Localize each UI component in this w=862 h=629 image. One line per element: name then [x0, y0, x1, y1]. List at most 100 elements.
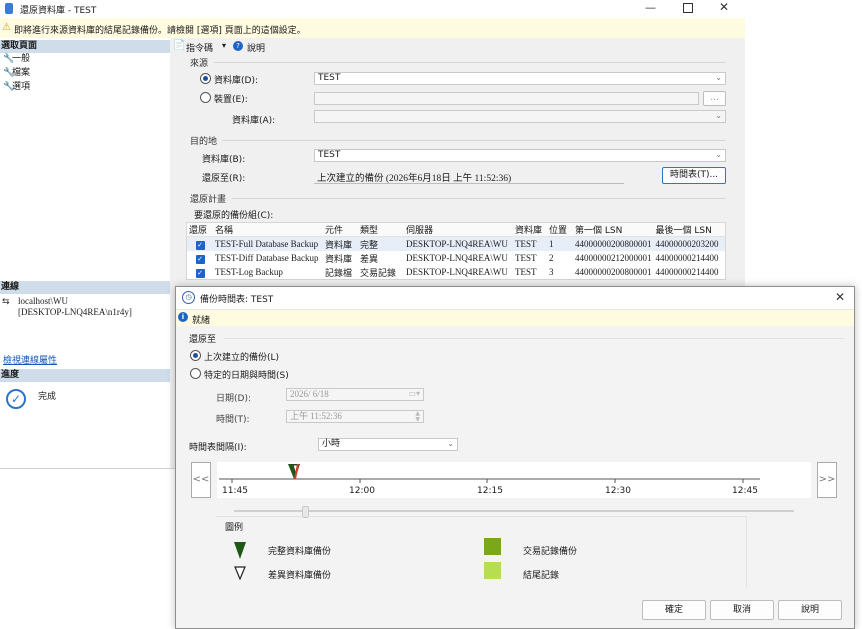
time-spinner[interactable]: 上午 11:52:36 ▲ ▼	[286, 410, 424, 423]
ok-button[interactable]: 確定	[642, 600, 706, 620]
legend-full-backup: 完整資料庫備份	[268, 547, 332, 557]
table-row[interactable]: ✓ TEST-Diff Database Backup 資料庫 差異 DESKT…	[187, 251, 726, 265]
background-area	[745, 0, 862, 286]
divider	[214, 62, 726, 63]
warning-bar: ⚠ 即將進行來源資料庫的結尾記錄備份。請檢閱 [選項] 頁面上的這個設定。	[0, 18, 745, 39]
help-button[interactable]: 說明	[778, 600, 842, 620]
page-item-general[interactable]: 🔧一般	[3, 53, 30, 66]
timeline-prev-button[interactable]: <<	[191, 462, 211, 498]
legend-box: 圖例 完整資料庫備份 差異資料庫備份 交易記錄備份 結尾記錄	[216, 516, 747, 587]
cancel-button[interactable]: 取消	[710, 600, 774, 620]
cell-server: DESKTOP-LNQ4REA\WU	[406, 267, 508, 277]
diff-backup-legend-icon	[234, 566, 246, 580]
select-page-header: 選取頁面	[0, 40, 171, 53]
cell-database: TEST	[515, 267, 537, 277]
cell-name: TEST-Full Database Backup	[215, 239, 319, 249]
help-button[interactable]: 說明	[247, 41, 265, 54]
restore-to-value: 上次建立的備份 (2026年6月18日 上午 11:52:36)	[317, 174, 512, 184]
chevron-down-icon[interactable]: ▾	[222, 41, 226, 50]
source-device-database-label: 資料庫(A):	[232, 116, 276, 126]
column-header[interactable]: 資料庫	[513, 222, 547, 237]
timeline-next-button[interactable]: >>	[817, 462, 837, 498]
view-connection-properties-link[interactable]: 檢視連線屬性	[3, 353, 57, 366]
backup-timeline-dialog: ◷ 備份時間表: TEST ✕ i 就緒 還原至 上次建立的備份(L) 特定的日…	[175, 286, 855, 629]
connection-header: 連線	[0, 281, 171, 294]
destination-database-select[interactable]: TEST ⌄	[314, 149, 726, 162]
divider	[222, 140, 726, 141]
timeline-tick-label: 12:15	[477, 486, 503, 496]
cell-position: 2	[549, 253, 554, 263]
checkbox-checked-icon: ✓	[195, 254, 205, 264]
date-picker[interactable]: 2026/ 6/18 ▭▾	[286, 388, 424, 401]
last-backup-radio[interactable]	[190, 350, 201, 361]
source-device-label: 裝置(E):	[214, 95, 248, 105]
specific-datetime-label: 特定的日期與時間(S)	[204, 371, 289, 381]
timeline-track[interactable]: 11:45 12:00 12:15 12:30 12:45	[217, 462, 811, 498]
cell-database: TEST	[515, 239, 537, 249]
column-header[interactable]: 最後一個 LSN	[653, 222, 726, 237]
restore-checkbox[interactable]: ✓	[187, 265, 214, 280]
timeline-tick-label: 11:45	[222, 486, 248, 496]
timeline-tick-label: 12:30	[605, 486, 631, 496]
cell-first-lsn: 44000000200800001	[575, 239, 652, 249]
calendar-icon: ▭▾	[408, 389, 420, 398]
timeline-scrollbar[interactable]	[234, 510, 794, 512]
cell-name: TEST-Diff Database Backup	[215, 253, 319, 263]
table-row[interactable]: ✓ TEST-Full Database Backup 資料庫 完整 DESKT…	[186, 236, 726, 252]
cell-last-lsn: 44000000214400	[655, 253, 719, 263]
progress-status: 完成	[38, 392, 57, 402]
script-icon[interactable]: 📄	[173, 40, 185, 51]
cell-type: 完整	[360, 239, 379, 250]
last-backup-label: 上次建立的備份(L)	[204, 353, 280, 363]
column-header[interactable]: 還原	[186, 222, 213, 237]
restore-checkbox[interactable]: ✓	[187, 251, 214, 265]
cell-server: DESKTOP-LNQ4REA\WU	[406, 253, 508, 263]
column-header[interactable]: 類型	[358, 222, 404, 237]
dialog-close-icon[interactable]: ✕	[835, 290, 845, 304]
restore-to-label: 還原至(R):	[202, 174, 246, 184]
specific-datetime-radio[interactable]	[190, 368, 201, 379]
source-database-radio[interactable]	[200, 73, 211, 84]
column-header[interactable]: 伺服器	[404, 222, 513, 237]
cell-last-lsn: 44000000214400	[655, 267, 719, 277]
log-backup-legend-icon	[484, 538, 501, 555]
progress-header: 進度	[0, 369, 171, 382]
timeline-svg	[219, 463, 760, 483]
wrench-icon: 🔧	[3, 68, 15, 78]
column-header[interactable]: 第一個 LSN	[573, 222, 654, 237]
cell-last-lsn: 44000000203200	[655, 239, 719, 249]
interval-select[interactable]: 小時 ⌄	[318, 438, 458, 451]
column-header[interactable]: 名稱	[213, 222, 323, 237]
cell-component: 資料庫	[325, 239, 353, 250]
column-header[interactable]: 元件	[323, 222, 358, 237]
connection-icon: ⇆	[2, 297, 10, 307]
cell-component: 記錄檔	[325, 267, 353, 278]
database-icon	[5, 3, 13, 14]
help-icon[interactable]: ?	[233, 41, 243, 51]
table-row[interactable]: ✓ TEST-Log Backup 記錄檔 交易記錄 DESKTOP-LNQ4R…	[187, 265, 726, 280]
source-device-radio[interactable]	[200, 92, 211, 103]
source-database-select[interactable]: TEST ⌄	[314, 72, 726, 85]
timeline-tick-label: 12:45	[732, 486, 758, 496]
full-backup-legend-icon	[234, 542, 246, 559]
restore-plan-section-label: 還原計畫	[190, 195, 227, 205]
window-title: 還原資料庫 - TEST	[20, 6, 97, 16]
info-icon: i	[178, 312, 188, 322]
timeline-button[interactable]: 時間表(T)...	[662, 167, 726, 184]
page-item-options[interactable]: 🔧選項	[3, 81, 30, 94]
restore-to-section-label: 還原至	[189, 335, 217, 345]
column-header[interactable]: 位置	[547, 222, 573, 237]
chevron-down-icon: ⌄	[715, 150, 722, 159]
source-device-database-select[interactable]: ⌄	[314, 110, 726, 123]
close-icon[interactable]: ✕	[719, 0, 729, 14]
page-item-files[interactable]: 🔧檔案	[3, 67, 30, 80]
minimize-icon[interactable]: —	[645, 1, 656, 14]
source-device-field[interactable]	[314, 92, 699, 105]
clock-icon: ◷	[182, 291, 195, 304]
maximize-icon[interactable]	[683, 3, 693, 13]
restore-checkbox[interactable]: ✓	[187, 237, 214, 252]
script-button[interactable]: 指令碼	[186, 41, 213, 54]
device-browse-button[interactable]: ...	[703, 91, 726, 106]
chevron-down-icon: ⌄	[447, 439, 454, 448]
dialog-body: 還原至 上次建立的備份(L) 特定的日期與時間(S) 日期(D): 2026/ …	[176, 326, 854, 628]
